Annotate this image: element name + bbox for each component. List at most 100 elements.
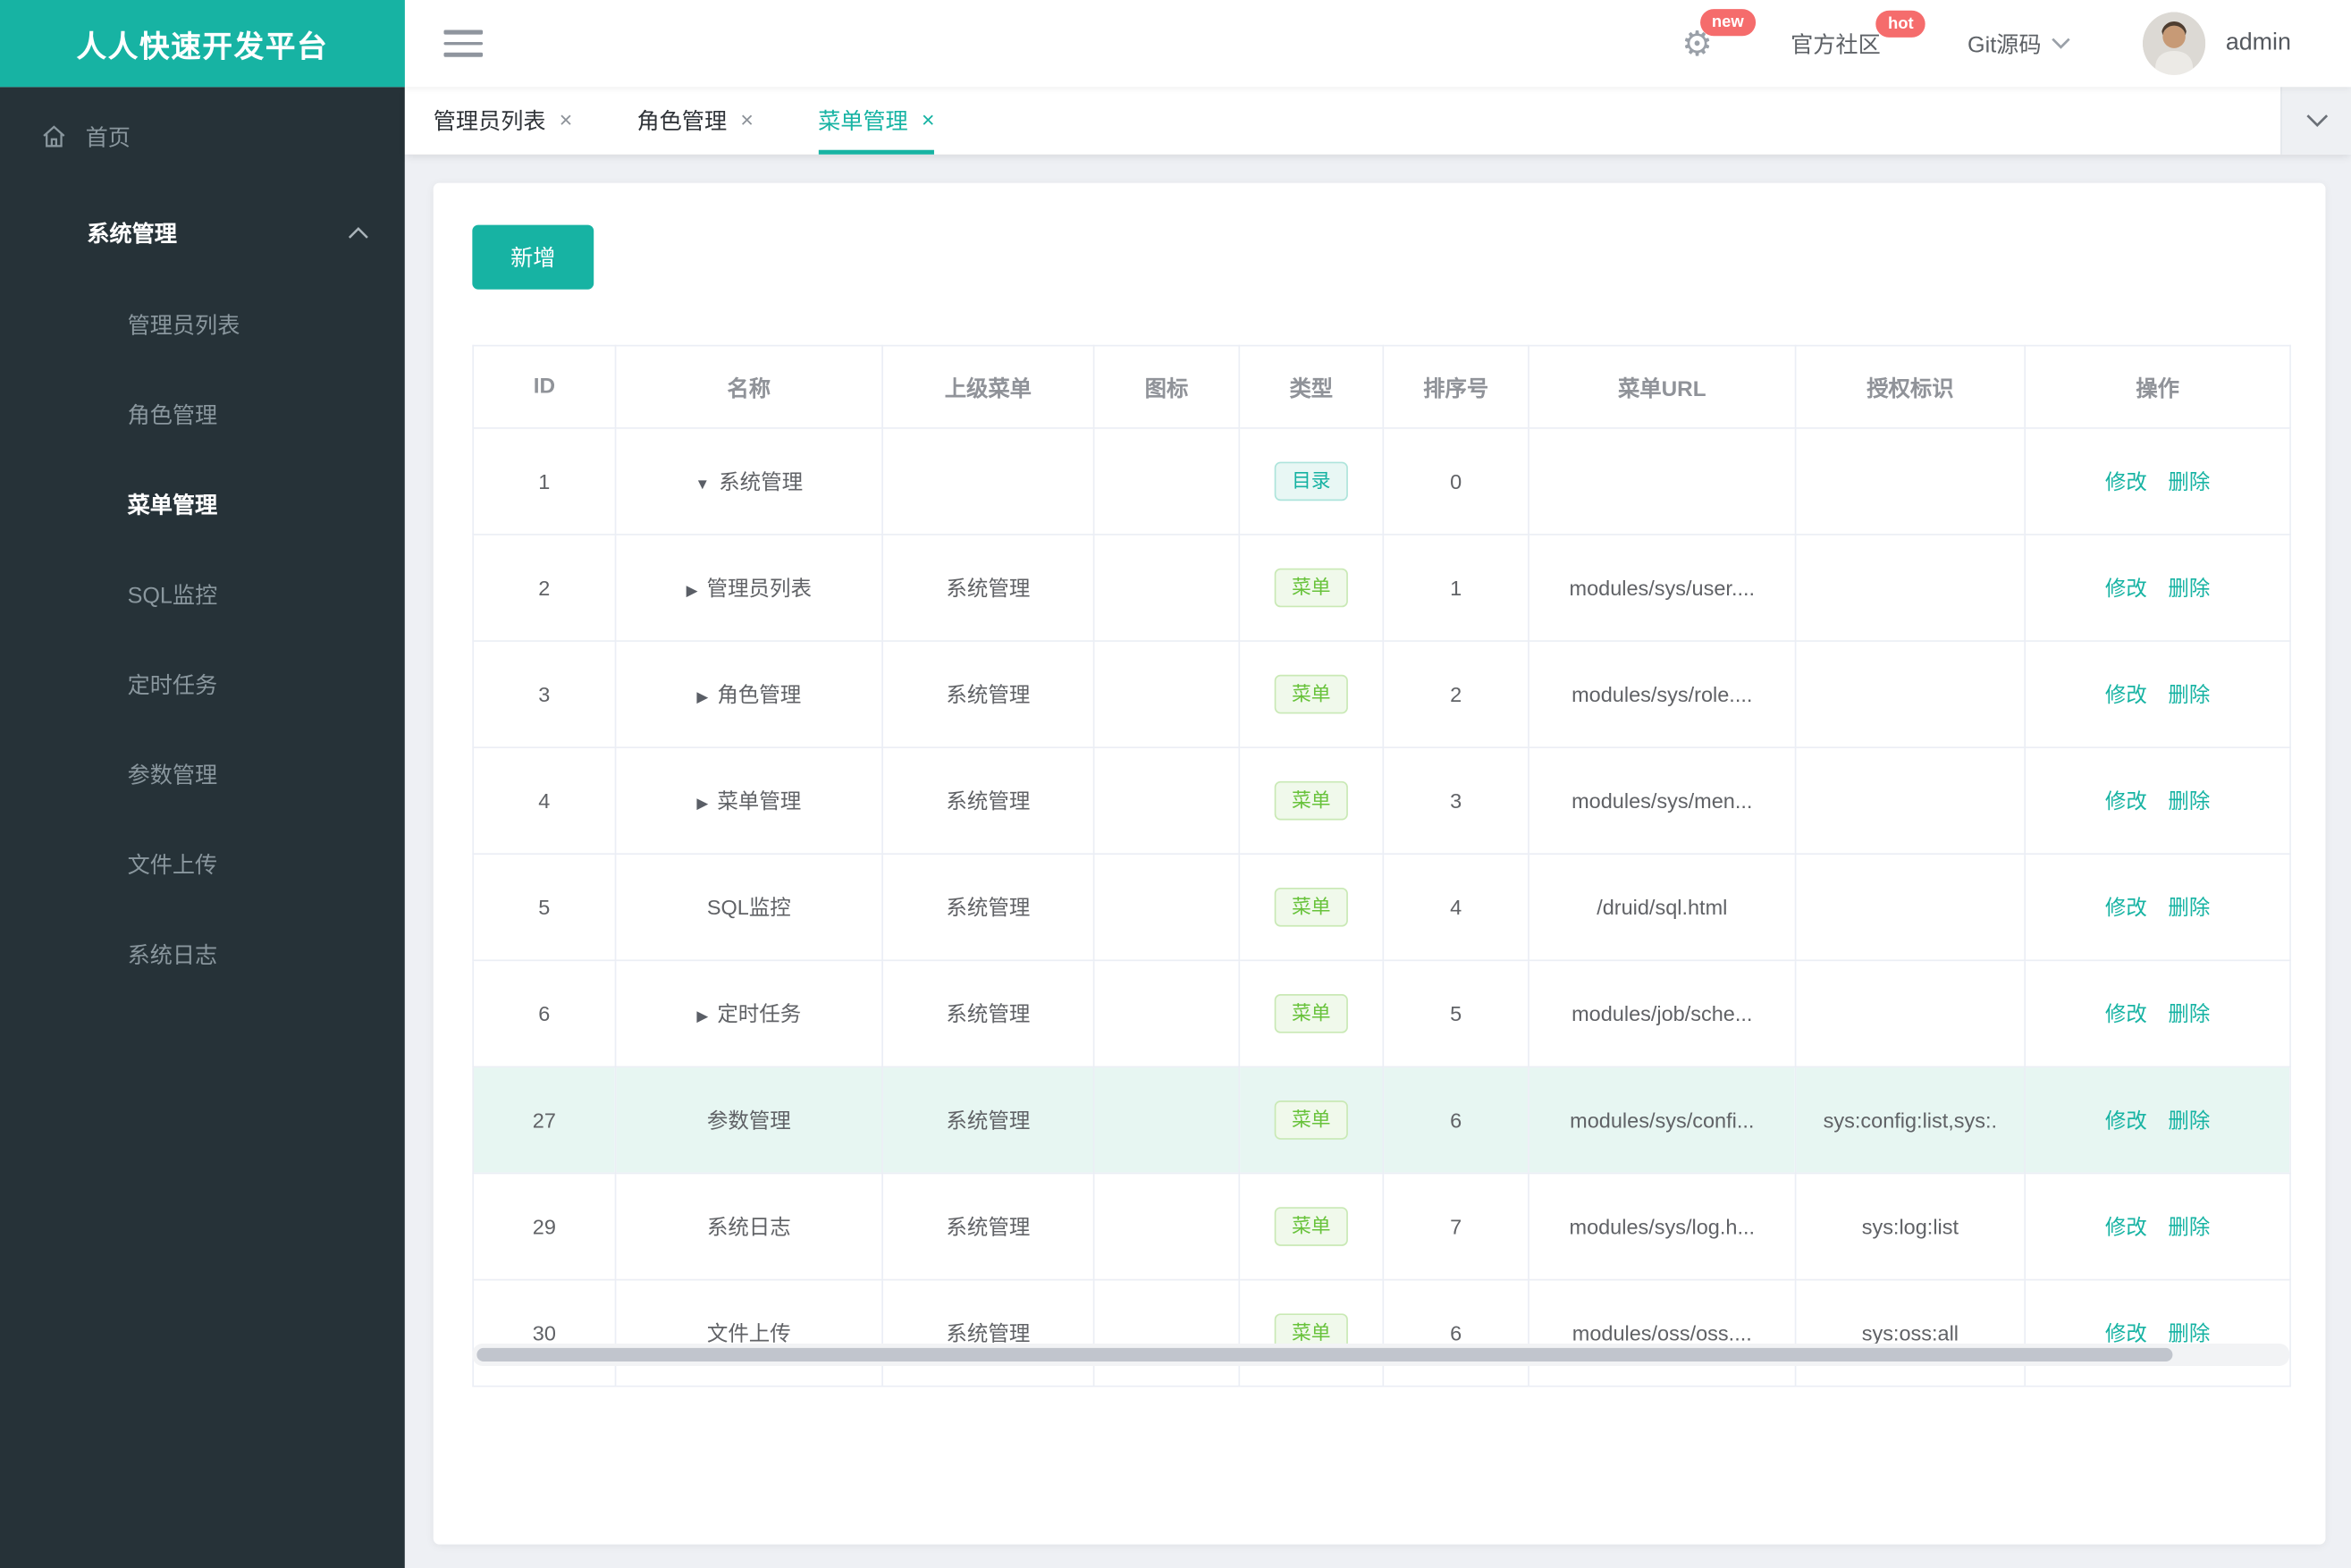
table-row[interactable]: 3 ▶ 角色管理 系统管理 菜单 2 modules/sys/role.... 修…	[472, 640, 2291, 748]
sidebar-item[interactable]: 系统日志	[0, 908, 405, 999]
delete-link[interactable]: 删除	[2168, 1321, 2210, 1345]
sidebar-toggle-hamburger-icon[interactable]	[443, 30, 484, 57]
cell-perms	[1794, 427, 2027, 535]
close-icon[interactable]: ×	[740, 108, 754, 134]
close-icon[interactable]: ×	[560, 108, 573, 134]
cell-type: 菜单	[1238, 1278, 1385, 1387]
brand-logo: 人人快速开发平台	[0, 0, 405, 88]
sidebar-item-home[interactable]: 首页	[0, 87, 405, 186]
add-button[interactable]: 新增	[472, 224, 594, 290]
cell-id: 1	[472, 427, 617, 535]
delete-link[interactable]: 删除	[2168, 1215, 2210, 1239]
edit-link[interactable]: 修改	[2105, 895, 2147, 919]
edit-link[interactable]: 修改	[2105, 1321, 2147, 1345]
cell-icon	[1092, 746, 1241, 856]
cell-actions: 修改 删除	[2024, 640, 2291, 748]
delete-link[interactable]: 删除	[2168, 788, 2210, 813]
col-id: ID	[472, 344, 617, 429]
tab-2[interactable]: 角色管理 ×	[636, 87, 753, 154]
edit-link[interactable]: 修改	[2105, 788, 2147, 813]
cell-url: modules/sys/role....	[1528, 640, 1797, 748]
cell-url: /druid/sql.html	[1528, 853, 1797, 962]
top-navbar: ⚙ new 官方社区 hot Git源码 admin	[404, 0, 2351, 88]
delete-link[interactable]: 删除	[2168, 1109, 2210, 1133]
tab-3[interactable]: 菜单管理 ×	[818, 87, 935, 155]
cell-icon	[1092, 1066, 1241, 1175]
expand-arrow-icon[interactable]: ▼	[695, 476, 711, 493]
table-row[interactable]: 6 ▶ 定时任务 系统管理 菜单 5 modules/job/sche... 修改…	[472, 959, 2291, 1068]
cell-name: ▶ 菜单管理	[614, 746, 883, 856]
cell-icon	[1092, 959, 1241, 1068]
table-row[interactable]: 27 参数管理 系统管理 菜单 6 modules/sys/confi... s…	[472, 1066, 2291, 1175]
expand-arrow-icon[interactable]: ▶	[696, 797, 708, 813]
type-tag: 菜单	[1275, 1100, 1348, 1140]
edit-link[interactable]: 修改	[2105, 682, 2147, 706]
table-row[interactable]: 30 文件上传 系统管理 菜单 6 modules/oss/oss.... sy…	[472, 1278, 2291, 1387]
scrollbar-thumb[interactable]	[476, 1347, 2173, 1361]
user-avatar[interactable]	[2143, 12, 2207, 75]
cell-icon	[1092, 640, 1241, 748]
settings-menu[interactable]: ⚙ new	[1681, 8, 1757, 61]
expand-arrow-icon[interactable]: ▶	[696, 690, 708, 706]
table-row[interactable]: 29 系统日志 系统管理 菜单 7 modules/sys/log.h... s…	[472, 1172, 2291, 1281]
delete-link[interactable]: 删除	[2168, 895, 2210, 919]
sidebar-item[interactable]: 参数管理	[0, 729, 405, 819]
table-row[interactable]: 2 ▶ 管理员列表 系统管理 菜单 1 modules/sys/user.... …	[472, 534, 2291, 642]
edit-link[interactable]: 修改	[2105, 576, 2147, 600]
tab-1[interactable]: 管理员列表 ×	[434, 87, 573, 154]
horizontal-scrollbar	[472, 1343, 2290, 1367]
delete-link[interactable]: 删除	[2168, 1001, 2210, 1025]
home-label: 首页	[85, 125, 131, 151]
app-screen: 人人快速开发平台 ⚙ new 官方社区 hot Git源码 admin 首页 系…	[0, 0, 2351, 1568]
cell-id: 2	[472, 534, 617, 642]
username-label[interactable]: admin	[2226, 30, 2291, 57]
tabs-dropdown-button[interactable]	[2280, 87, 2351, 155]
sidebar-item[interactable]: 管理员列表	[0, 279, 405, 369]
expand-arrow-icon[interactable]: ▶	[687, 583, 698, 599]
community-link[interactable]: 官方社区 hot	[1791, 9, 1926, 59]
delete-link[interactable]: 删除	[2168, 682, 2210, 706]
sidebar-group-system[interactable]: 系统管理	[0, 186, 405, 279]
cell-type: 菜单	[1238, 1066, 1385, 1175]
cell-order: 4	[1382, 853, 1529, 962]
edit-link[interactable]: 修改	[2105, 469, 2147, 493]
sidebar-item[interactable]: 菜单管理	[0, 459, 405, 549]
git-source-menu[interactable]: Git源码	[1968, 28, 2071, 59]
cell-order: 6	[1382, 1066, 1529, 1175]
col-name: 名称	[614, 344, 883, 429]
cell-perms: sys:config:list,sys:.	[1794, 1066, 2027, 1175]
col-perms: 授权标识	[1794, 344, 2027, 429]
sidebar-item[interactable]: 角色管理	[0, 369, 405, 459]
cell-id: 29	[472, 1172, 617, 1281]
col-parent: 上级菜单	[881, 344, 1095, 429]
edit-link[interactable]: 修改	[2105, 1001, 2147, 1025]
cell-order: 6	[1382, 1278, 1529, 1387]
delete-link[interactable]: 删除	[2168, 469, 2210, 493]
cell-parent: 系统管理	[881, 534, 1095, 642]
table-row[interactable]: 1 ▼ 系统管理 目录 0 修改 删除	[472, 427, 2291, 535]
cell-name: SQL监控	[614, 853, 883, 962]
edit-link[interactable]: 修改	[2105, 1109, 2147, 1133]
home-icon	[43, 125, 65, 148]
sidebar-submenu: 管理员列表 角色管理 菜单管理 SQL监控 定时任务 参数管理 文件上传 系统日志	[0, 279, 405, 999]
table-row[interactable]: 5 SQL监控 系统管理 菜单 4 /druid/sql.html 修改 删除	[472, 853, 2291, 962]
sidebar-item[interactable]: 文件上传	[0, 819, 405, 909]
group-label: 系统管理	[87, 221, 177, 247]
sidebar-item[interactable]: 定时任务	[0, 639, 405, 729]
cell-id: 5	[472, 853, 617, 962]
type-tag: 菜单	[1275, 1207, 1348, 1246]
cell-parent: 系统管理	[881, 959, 1095, 1068]
edit-link[interactable]: 修改	[2105, 1215, 2147, 1239]
avatar-image	[2143, 12, 2207, 75]
tabs-list: 管理员列表 × 角色管理 × 菜单管理 ×	[405, 87, 2351, 155]
cell-actions: 修改 删除	[2024, 853, 2291, 962]
sidebar-item[interactable]: SQL监控	[0, 549, 405, 639]
cell-parent: 系统管理	[881, 1066, 1095, 1175]
close-icon[interactable]: ×	[922, 108, 935, 134]
chevron-up-icon	[348, 226, 368, 238]
cell-actions: 修改 删除	[2024, 1066, 2291, 1175]
cell-parent: 系统管理	[881, 1172, 1095, 1281]
expand-arrow-icon[interactable]: ▶	[696, 1009, 708, 1025]
delete-link[interactable]: 删除	[2168, 576, 2210, 600]
table-row[interactable]: 4 ▶ 菜单管理 系统管理 菜单 3 modules/sys/men... 修改删…	[472, 746, 2291, 856]
